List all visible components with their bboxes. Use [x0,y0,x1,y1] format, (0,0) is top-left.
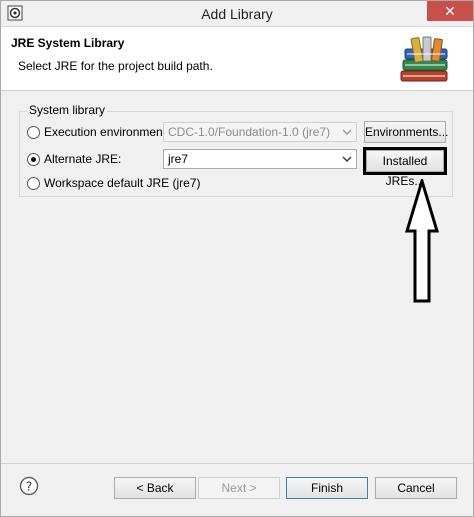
workspace-default-jre-option[interactable]: Workspace default JRE (jre7) [27,176,201,190]
footer-divider [1,463,473,464]
next-button[interactable]: Next > [198,477,280,499]
chevron-down-icon [342,156,352,162]
add-library-dialog: Add Library ✕ JRE System Library Select … [0,0,474,517]
alternate-jre-select[interactable]: jre7 [163,149,357,169]
title-bar: Add Library ✕ [1,1,473,27]
workspace-default-jre-radio[interactable] [27,176,40,190]
back-button[interactable]: < Back [114,477,196,499]
environments-button[interactable]: Environments... [364,121,448,143]
installed-jres-highlight-box [363,147,447,175]
wizard-header: JRE System Library Select JRE for the pr… [1,27,473,91]
chevron-down-icon [342,129,352,135]
page-description: Select JRE for the project build path. [18,59,213,73]
alternate-jre-value: jre7 [168,152,189,166]
system-library-group-label: System library [27,103,108,117]
execution-environment-label: Execution environment: [44,125,170,139]
execution-environment-option[interactable]: Execution environment: [27,125,169,139]
cancel-button[interactable]: Cancel [375,477,457,499]
books-icon [400,36,448,82]
workspace-default-jre-label: Workspace default JRE (jre7) [44,176,201,190]
alternate-jre-radio[interactable] [27,152,40,166]
finish-button[interactable]: Finish [286,477,368,499]
help-icon[interactable]: ? [19,476,39,496]
alternate-jre-label: Alternate JRE: [44,152,122,166]
svg-text:?: ? [26,480,32,494]
execution-environment-select[interactable]: CDC-1.0/Foundation-1.0 (jre7) [163,122,357,142]
close-button[interactable]: ✕ [427,1,473,21]
up-arrow-annotation-icon [405,179,439,303]
execution-environment-radio[interactable] [27,125,40,139]
window-title: Add Library [201,6,273,22]
execution-environment-value: CDC-1.0/Foundation-1.0 (jre7) [168,125,331,139]
page-title: JRE System Library [11,36,125,50]
alternate-jre-option[interactable]: Alternate JRE: [27,152,121,166]
